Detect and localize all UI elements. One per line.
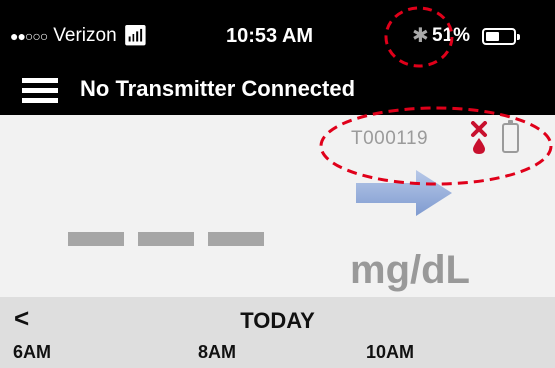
blood-drop-error-icon: [471, 121, 487, 154]
glucose-placeholder-dash: [208, 232, 264, 246]
carrier-name: Verizon: [53, 25, 117, 46]
wifi-icon: 📶︎: [122, 25, 149, 47]
carrier-info: ●●○○○ Verizon 📶︎: [10, 24, 148, 48]
graph-header: < TODAY 6AM 8AM 10AM: [0, 297, 555, 368]
battery-cap: [517, 34, 520, 40]
glucose-placeholder-dash: [68, 232, 124, 246]
transmitter-id: T000119: [351, 128, 429, 149]
time-tick: 10AM: [366, 342, 415, 362]
glucose-placeholder-dash: [138, 232, 194, 246]
glucose-unit: mg/dL: [350, 248, 470, 292]
battery-percent: 51%: [432, 25, 471, 46]
nav-bar: No Transmitter Connected: [0, 64, 555, 115]
signal-strength-icon: ●●○○○: [10, 28, 48, 44]
status-time: 10:53 AM: [226, 25, 314, 47]
time-tick: 6AM: [13, 342, 52, 362]
trend-arrow-right-icon: [356, 170, 452, 216]
day-label: TODAY: [240, 308, 315, 333]
time-tick: 8AM: [198, 342, 237, 362]
battery-icon: [482, 28, 520, 45]
status-bar: ●●○○○ Verizon 📶︎ 10:53 AM ✱ 51%: [0, 0, 555, 64]
hamburger-menu-icon[interactable]: [22, 78, 58, 104]
sensor-battery-icon: [502, 120, 519, 153]
page-title: No Transmitter Connected: [80, 76, 356, 101]
bluetooth-icon: ✱: [412, 25, 429, 47]
battery-fill: [486, 32, 499, 41]
